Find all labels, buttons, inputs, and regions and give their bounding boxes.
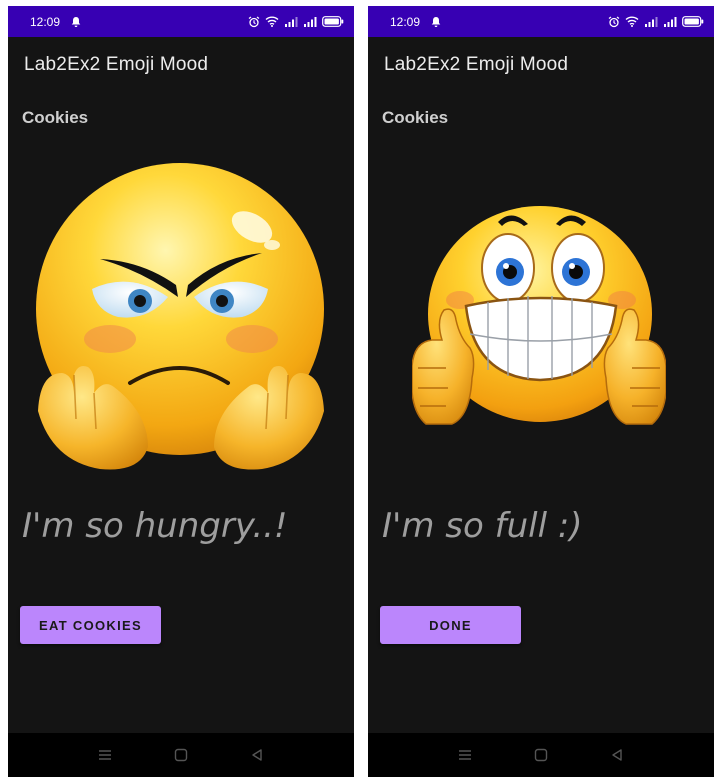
app-title: Lab2Ex2 Emoji Mood bbox=[24, 54, 209, 75]
wifi-icon bbox=[265, 16, 279, 27]
home-icon[interactable] bbox=[174, 748, 188, 762]
signal-icon bbox=[285, 17, 298, 27]
mood-text: I'm so full :) bbox=[382, 506, 583, 546]
angry-hungry-emoji bbox=[36, 163, 324, 470]
battery-icon bbox=[682, 16, 704, 27]
notification-bell-icon bbox=[431, 16, 441, 27]
done-button[interactable]: DONE bbox=[380, 606, 521, 644]
navigation-bar bbox=[8, 733, 354, 777]
notification-bell-icon bbox=[71, 16, 81, 27]
happy-thumbs-up-emoji bbox=[412, 206, 666, 425]
signal-icon bbox=[304, 17, 317, 27]
status-time: 12:09 bbox=[30, 14, 61, 29]
alarm-icon bbox=[248, 16, 260, 27]
wifi-icon bbox=[625, 16, 639, 27]
signal-icon bbox=[645, 17, 658, 27]
mood-text: I'm so hungry..! bbox=[22, 506, 288, 546]
home-icon[interactable] bbox=[534, 748, 548, 762]
status-time: 12:09 bbox=[390, 14, 421, 29]
alarm-icon bbox=[608, 16, 620, 27]
phone-screen-hungry: 12:09 Lab2Ex2 Emoji Mood Cookies I'm so … bbox=[8, 6, 354, 777]
menu-icon[interactable] bbox=[458, 749, 472, 761]
eat-cookies-button[interactable]: EAT COOKIES bbox=[20, 606, 161, 644]
subtitle-label: Cookies bbox=[22, 108, 89, 127]
menu-icon[interactable] bbox=[98, 749, 112, 761]
battery-icon bbox=[322, 16, 344, 27]
phone-screen-full: 12:09 Lab2Ex2 Emoji Mood Cookies I'm so … bbox=[368, 6, 714, 777]
signal-icon bbox=[664, 17, 677, 27]
back-icon[interactable] bbox=[250, 748, 264, 762]
status-bar: 12:09 bbox=[368, 6, 714, 37]
status-bar: 12:09 bbox=[8, 6, 354, 37]
subtitle-label: Cookies bbox=[382, 108, 449, 127]
app-title: Lab2Ex2 Emoji Mood bbox=[384, 54, 569, 75]
back-icon[interactable] bbox=[610, 748, 624, 762]
navigation-bar bbox=[368, 733, 714, 777]
